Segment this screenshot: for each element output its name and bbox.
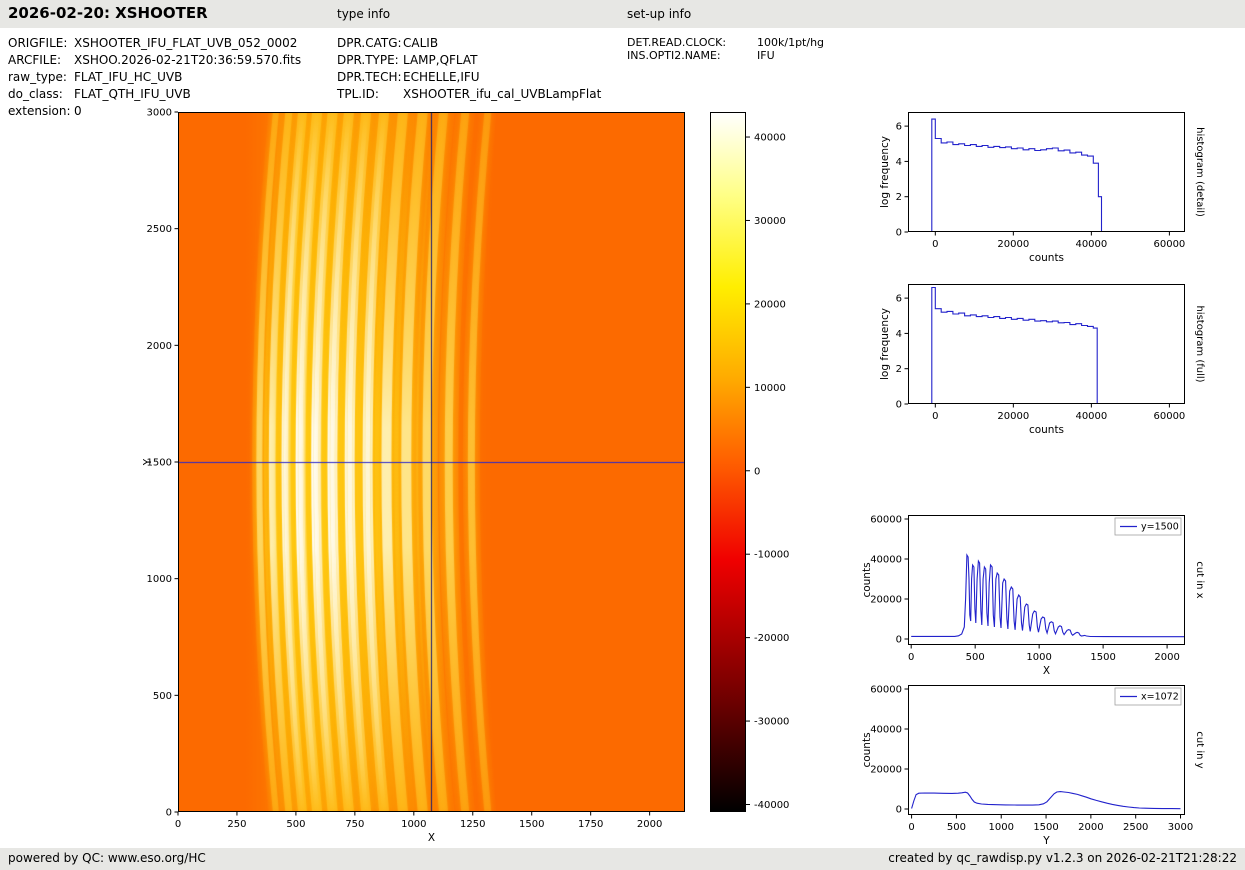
svg-text:500: 500: [966, 652, 985, 663]
svg-text:2000: 2000: [1078, 822, 1103, 833]
histogram-detail-plot: 0 20000 40000 60000 0 2 4 6 counts log frequency h…: [879, 112, 1205, 264]
svg-text:log frequency: log frequency: [879, 136, 891, 208]
svg-text:Y: Y: [1042, 835, 1050, 847]
svg-text:log frequency: log frequency: [879, 308, 891, 380]
svg-text:60000: 60000: [1153, 411, 1185, 422]
footer-powered-by: powered by QC: www.eso.org/HC: [8, 851, 206, 865]
svg-text:20000: 20000: [997, 411, 1029, 422]
svg-text:-30000: -30000: [754, 717, 789, 728]
svg-text:1500: 1500: [1090, 652, 1115, 663]
svg-text:2: 2: [896, 364, 902, 375]
svg-text:0: 0: [896, 400, 902, 411]
footer-created-by: created by qc_rawdisp.py v1.2.3 on 2026-…: [888, 851, 1237, 865]
svg-text:cut in x: cut in x: [1194, 561, 1205, 598]
svg-text:4: 4: [896, 329, 902, 340]
svg-text:1750: 1750: [578, 819, 603, 830]
svg-text:40000: 40000: [1075, 239, 1107, 250]
svg-text:-10000: -10000: [754, 550, 789, 561]
svg-text:Y: Y: [142, 458, 154, 466]
svg-text:0: 0: [908, 822, 914, 833]
svg-text:-20000: -20000: [754, 633, 789, 644]
svg-text:cut in y: cut in y: [1194, 731, 1205, 768]
svg-text:X: X: [428, 832, 435, 844]
svg-text:1500: 1500: [1033, 822, 1058, 833]
svg-text:X: X: [1043, 665, 1050, 677]
svg-text:40000: 40000: [1075, 411, 1107, 422]
svg-text:20000: 20000: [754, 299, 786, 310]
cut-in-x-plot: 0 500 1000 1500 2000 0 20000 40000 60000 Xcounts c…: [861, 515, 1205, 678]
svg-text:0: 0: [896, 805, 902, 816]
svg-text:3000: 3000: [1168, 822, 1193, 833]
svg-text:60000: 60000: [1153, 239, 1185, 250]
svg-text:40000: 40000: [870, 555, 902, 566]
svg-text:2000: 2000: [1154, 652, 1179, 663]
svg-text:2: 2: [896, 192, 902, 203]
svg-text:6: 6: [896, 294, 902, 305]
svg-text:counts: counts: [1029, 424, 1064, 436]
svg-text:2500: 2500: [147, 224, 172, 235]
svg-text:1000: 1000: [401, 819, 426, 830]
svg-text:0: 0: [932, 411, 938, 422]
svg-text:60000: 60000: [870, 685, 902, 696]
svg-text:histogram (full): histogram (full): [1194, 305, 1205, 382]
svg-text:counts: counts: [861, 562, 873, 597]
plot-area: 0 250 500 750 1000 1250 1500 1750 2000 0 500 1000 15…: [0, 0, 1245, 870]
svg-text:30000: 30000: [754, 216, 786, 227]
cut-in-y-plot: 0 500 1000 1500 2000 2500 3000 0 20000 40000 60000…: [861, 685, 1205, 848]
qc-report-page: 2026-02-20: XSHOOTER type info set-up in…: [0, 0, 1245, 870]
svg-text:0: 0: [896, 228, 902, 239]
svg-text:2500: 2500: [1123, 822, 1148, 833]
colorbar: 40000 30000 20000 10000 0 -10000 -20000 -30000 -…: [710, 112, 789, 812]
svg-text:0: 0: [932, 239, 938, 250]
svg-text:y=1500: y=1500: [1141, 522, 1179, 533]
svg-text:4: 4: [896, 157, 902, 168]
svg-text:counts: counts: [1029, 252, 1064, 264]
svg-text:0: 0: [175, 819, 181, 830]
main-image-plot: 0 250 500 750 1000 1250 1500 1750 2000 0 500 1000 15…: [142, 108, 685, 844]
svg-text:10000: 10000: [754, 383, 786, 394]
svg-text:1000: 1000: [989, 822, 1014, 833]
svg-text:1500: 1500: [519, 819, 544, 830]
svg-text:2000: 2000: [147, 341, 172, 352]
svg-text:0: 0: [896, 635, 902, 646]
svg-text:6: 6: [896, 122, 902, 133]
svg-text:1000: 1000: [147, 574, 172, 585]
svg-text:2000: 2000: [637, 819, 662, 830]
svg-text:0: 0: [166, 808, 172, 819]
svg-text:3000: 3000: [147, 108, 172, 119]
svg-text:0: 0: [754, 466, 760, 477]
svg-text:1250: 1250: [460, 819, 485, 830]
svg-text:500: 500: [153, 691, 172, 702]
svg-text:-40000: -40000: [754, 800, 789, 811]
svg-text:20000: 20000: [870, 595, 902, 606]
svg-text:40000: 40000: [870, 725, 902, 736]
footer-bar: powered by QC: www.eso.org/HC created by…: [0, 848, 1245, 870]
svg-text:60000: 60000: [870, 515, 902, 526]
svg-text:20000: 20000: [870, 765, 902, 776]
svg-text:750: 750: [345, 819, 364, 830]
svg-text:1000: 1000: [1026, 652, 1051, 663]
svg-text:x=1072: x=1072: [1141, 692, 1179, 703]
svg-text:20000: 20000: [997, 239, 1029, 250]
svg-text:counts: counts: [861, 732, 873, 767]
svg-text:500: 500: [947, 822, 966, 833]
svg-text:40000: 40000: [754, 133, 786, 144]
svg-text:500: 500: [286, 819, 305, 830]
histogram-full-plot: 0 20000 40000 60000 0 2 4 6 counts log frequency h…: [879, 284, 1205, 436]
svg-text:250: 250: [227, 819, 246, 830]
svg-text:histogram (detail): histogram (detail): [1194, 127, 1205, 217]
svg-text:0: 0: [908, 652, 914, 663]
